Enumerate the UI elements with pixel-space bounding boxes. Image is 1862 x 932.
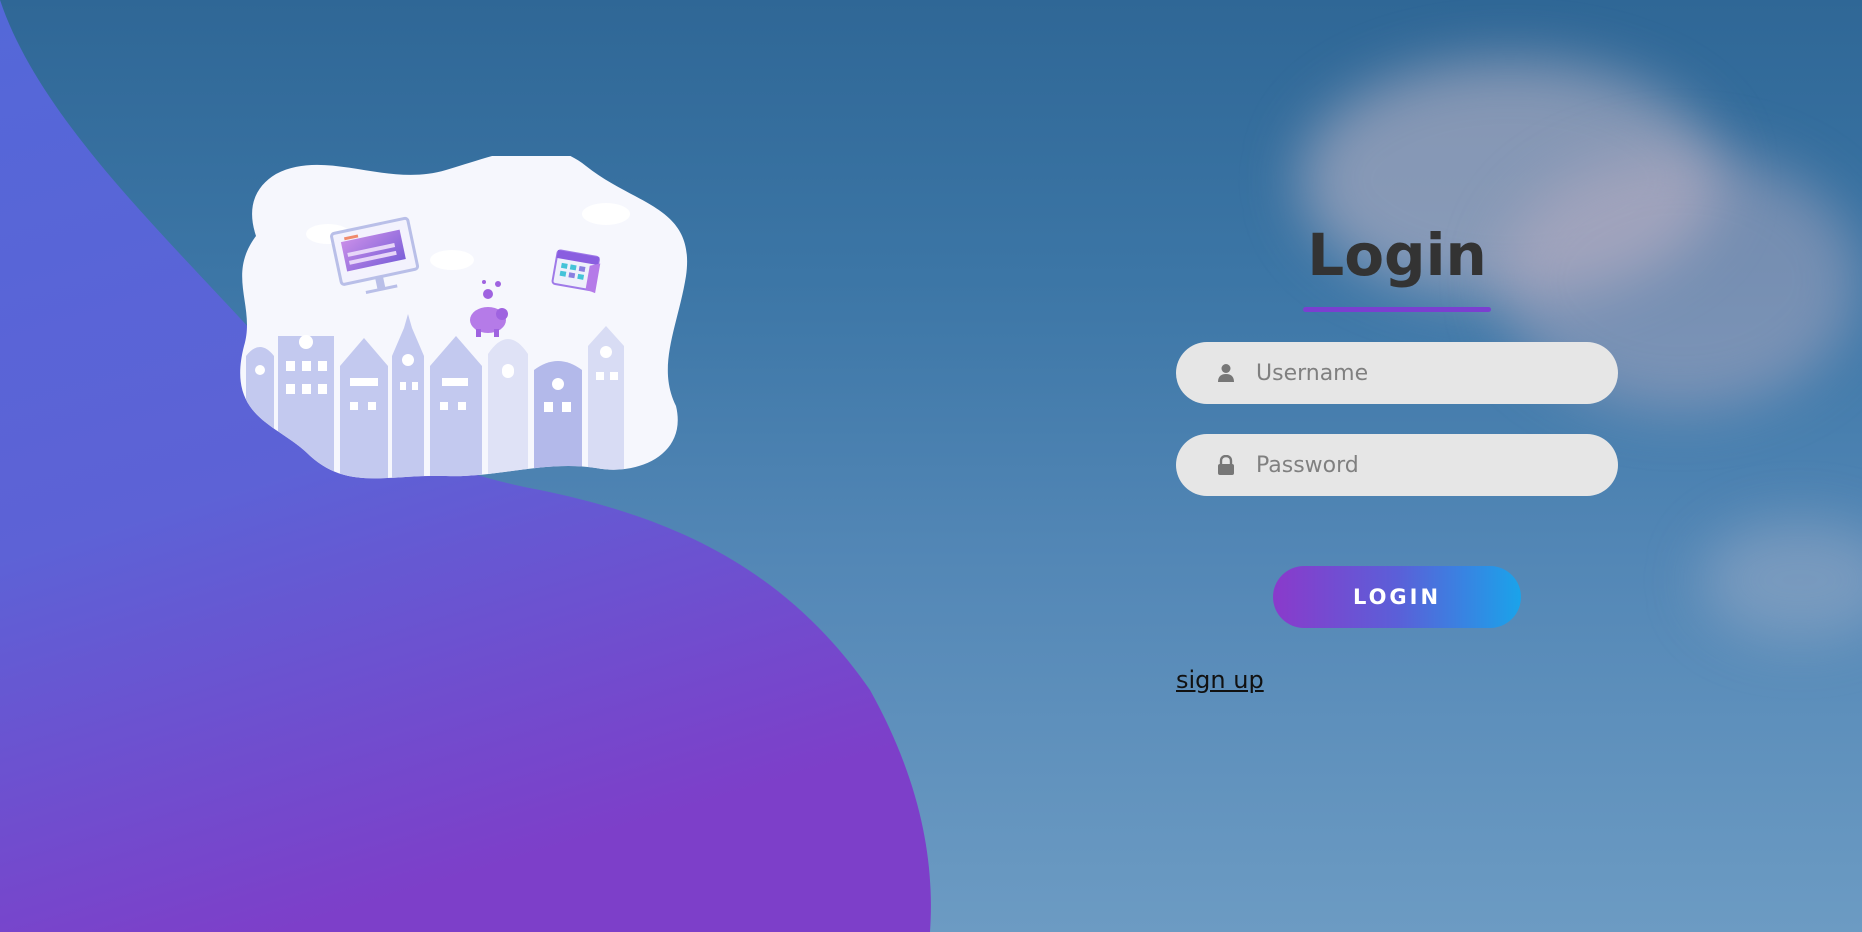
login-title: Login <box>1307 221 1487 289</box>
signup-link[interactable]: sign up <box>1176 666 1264 694</box>
password-input[interactable] <box>1254 444 1598 486</box>
password-field[interactable] <box>1176 434 1618 496</box>
title-underline <box>1303 307 1491 312</box>
username-field[interactable] <box>1176 342 1618 404</box>
login-button[interactable]: LOGIN <box>1273 566 1521 628</box>
city-illustration <box>240 156 688 479</box>
login-page: Login LOGIN sign up <box>0 0 1862 932</box>
username-input[interactable] <box>1254 352 1598 394</box>
user-icon <box>1214 361 1238 385</box>
background-cloud <box>1700 520 1862 640</box>
login-form: Login LOGIN sign up <box>1176 220 1618 694</box>
lock-icon <box>1214 453 1238 477</box>
